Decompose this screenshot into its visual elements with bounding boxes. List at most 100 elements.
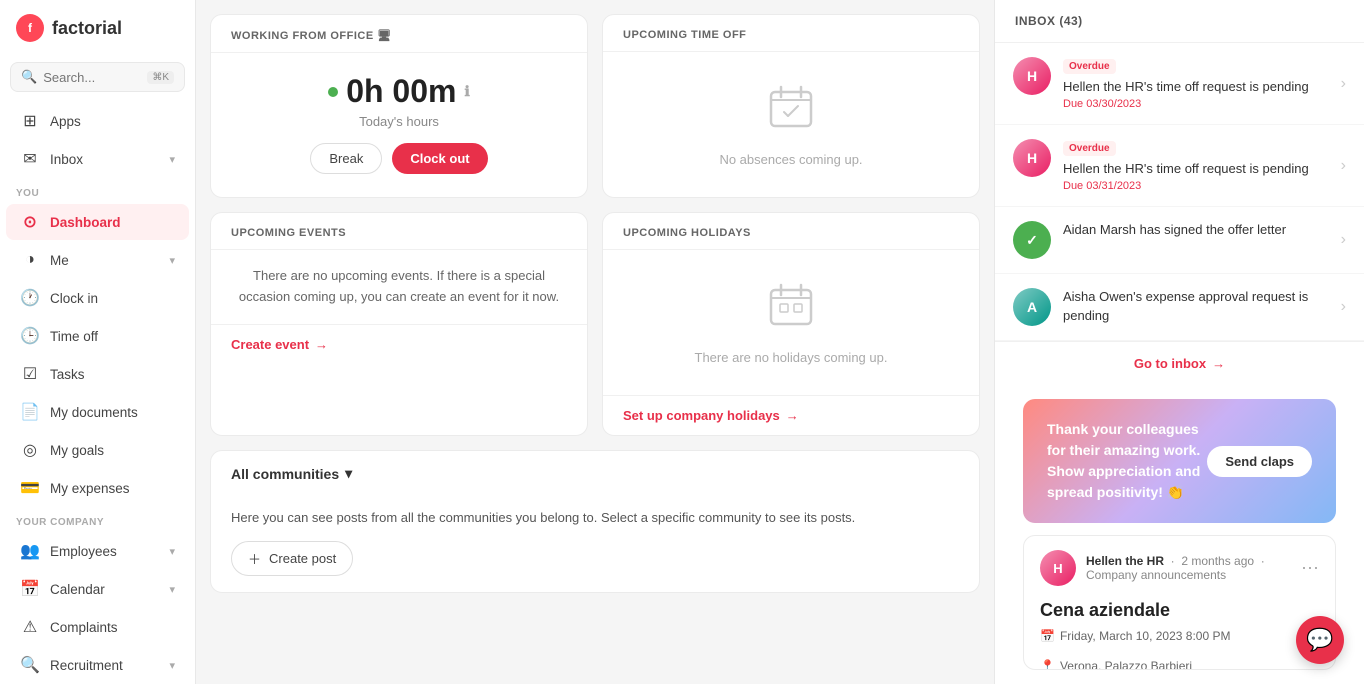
create-post-label: Create post: [269, 551, 336, 566]
sidebar-item-my-goals[interactable]: ◎ My goals: [6, 432, 189, 468]
arrow-icon: ›: [1341, 75, 1346, 93]
arrow-icon: ›: [1341, 298, 1346, 316]
send-claps-button[interactable]: Send claps: [1207, 446, 1312, 477]
post-details: 📅 Friday, March 10, 2023 8:00 PM 📍 Veron…: [1024, 621, 1335, 670]
inbox-section: INBOX (43) H Overdue Hellen the HR's tim…: [995, 0, 1364, 385]
inbox-item[interactable]: H Overdue Hellen the HR's time off reque…: [995, 125, 1364, 207]
complaints-icon: ⚠: [20, 617, 40, 637]
inbox-item-date: Due 03/31/2023: [1063, 180, 1329, 192]
upcoming-holidays-card: UPCOMING HOLIDAYS There are no holidays …: [602, 212, 980, 436]
avatar: ✓: [1013, 221, 1051, 259]
sidebar-item-inbox[interactable]: ✉ Inbox ▾: [6, 141, 189, 177]
tasks-icon: ☑: [20, 364, 40, 384]
set-up-holidays-link[interactable]: Set up company holidays →: [603, 395, 979, 435]
info-icon[interactable]: ℹ: [464, 83, 469, 100]
right-panel: INBOX (43) H Overdue Hellen the HR's tim…: [994, 0, 1364, 684]
break-button[interactable]: Break: [310, 143, 382, 174]
wfo-card-header: WORKING FROM OFFICE 🖥: [211, 15, 587, 53]
sidebar-item-employees[interactable]: 👥 Employees ▾: [6, 533, 189, 569]
inbox-item-text: Hellen the HR's time off request is pend…: [1063, 160, 1329, 178]
sidebar-item-complaints[interactable]: ⚠ Complaints: [6, 609, 189, 645]
sidebar-item-label: Tasks: [50, 367, 85, 382]
inbox-item[interactable]: ✓ Aidan Marsh has signed the offer lette…: [995, 207, 1364, 274]
post-header: H Hellen the HR · 2 months ago · Company…: [1024, 536, 1335, 600]
section-you-label: YOU: [0, 178, 195, 203]
communities-header[interactable]: All communities ▾: [211, 451, 979, 496]
holidays-header: UPCOMING HOLIDAYS: [603, 213, 979, 250]
sidebar: f factorial 🔍 ⌘K ⊞ Apps ✉ Inbox ▾ YOU ⊙ …: [0, 0, 196, 684]
timer-buttons: Break Clock out: [310, 143, 487, 174]
inbox-item-content: Aisha Owen's expense approval request is…: [1063, 288, 1329, 324]
inbox-item-text: Hellen the HR's time off request is pend…: [1063, 78, 1329, 96]
sidebar-item-label: Me: [50, 253, 69, 268]
sidebar-item-clock-in[interactable]: 🕐 Clock in: [6, 280, 189, 316]
chat-fab-button[interactable]: 💬: [1296, 616, 1344, 664]
sidebar-item-me[interactable]: ◑ Me ▾: [6, 242, 189, 278]
post-options-icon[interactable]: ⋯: [1301, 558, 1319, 579]
post-title: Cena aziendale: [1024, 600, 1335, 621]
go-to-inbox-label: Go to inbox: [1134, 356, 1206, 371]
inbox-item-content: Overdue Hellen the HR's time off request…: [1063, 139, 1329, 192]
sidebar-item-label: My expenses: [50, 481, 130, 496]
sidebar-item-calendar[interactable]: 📅 Calendar ▾: [6, 571, 189, 607]
sidebar-item-my-expenses[interactable]: 💳 My expenses: [6, 470, 189, 506]
search-input[interactable]: [43, 70, 141, 85]
timer-label: Today's hours: [359, 114, 439, 129]
inbox-item[interactable]: H Overdue Hellen the HR's time off reque…: [995, 43, 1364, 125]
recruitment-icon: 🔍: [20, 655, 40, 675]
second-row: UPCOMING EVENTS There are no upcoming ev…: [210, 212, 980, 436]
upcoming-time-off-empty: No absences coming up.: [603, 52, 979, 197]
inbox-item-text: Aisha Owen's expense approval request is…: [1063, 288, 1329, 324]
sidebar-item-apps[interactable]: ⊞ Apps: [6, 103, 189, 139]
set-up-holidays-label: Set up company holidays: [623, 408, 780, 423]
arrow-icon: →: [786, 408, 799, 423]
inbox-header: INBOX (43): [995, 0, 1364, 43]
post-date: Friday, March 10, 2023 8:00 PM: [1060, 629, 1231, 643]
post-location: Verona, Palazzo Barbieri: [1060, 659, 1192, 670]
inbox-icon: ✉: [20, 149, 40, 169]
communities-text: Here you can see posts from all the comm…: [231, 510, 855, 525]
sidebar-item-label: My documents: [50, 405, 138, 420]
clock-out-button[interactable]: Clock out: [392, 143, 487, 174]
dashboard-icon: ⊙: [20, 212, 40, 232]
search-box[interactable]: 🔍 ⌘K: [10, 62, 185, 92]
post-author: Hellen the HR: [1086, 554, 1164, 568]
sidebar-item-label: Clock in: [50, 291, 98, 306]
create-event-link[interactable]: Create event →: [211, 324, 587, 364]
sidebar-item-label: Apps: [50, 114, 81, 129]
no-holidays-text: There are no holidays coming up.: [695, 350, 888, 365]
chevron-icon: ▾: [169, 583, 175, 596]
avatar: H: [1013, 139, 1051, 177]
sidebar-item-label: My goals: [50, 443, 104, 458]
overdue-badge: Overdue: [1063, 141, 1116, 156]
sidebar-item-tasks[interactable]: ☑ Tasks: [6, 356, 189, 392]
post-card: H Hellen the HR · 2 months ago · Company…: [1023, 535, 1336, 670]
inbox-item-content: Overdue Hellen the HR's time off request…: [1063, 57, 1329, 110]
sidebar-item-time-off[interactable]: 🕒 Time off: [6, 318, 189, 354]
post-date-item: 📅 Friday, March 10, 2023 8:00 PM: [1040, 629, 1230, 643]
create-post-button[interactable]: ＋ Create post: [231, 541, 353, 576]
avatar: A: [1013, 288, 1051, 326]
sidebar-item-dashboard[interactable]: ⊙ Dashboard: [6, 204, 189, 240]
no-absences-icon: [766, 82, 816, 142]
logo-icon: f: [16, 14, 44, 42]
sidebar-item-recruitment[interactable]: 🔍 Recruitment ▾: [6, 647, 189, 683]
docs-icon: 📄: [20, 402, 40, 422]
top-row: WORKING FROM OFFICE 🖥 0h 00m ℹ Today's h…: [210, 14, 980, 198]
no-absences-text: No absences coming up.: [719, 152, 862, 167]
sidebar-item-my-documents[interactable]: 📄 My documents: [6, 394, 189, 430]
employees-icon: 👥: [20, 541, 40, 561]
time-off-icon: 🕒: [20, 326, 40, 346]
communities-card: All communities ▾ Here you can see posts…: [210, 450, 980, 593]
sidebar-item-label: Recruitment: [50, 658, 123, 673]
inbox-item[interactable]: A Aisha Owen's expense approval request …: [995, 274, 1364, 341]
main-content: WORKING FROM OFFICE 🖥 0h 00m ℹ Today's h…: [196, 0, 1364, 684]
sidebar-item-label: Employees: [50, 544, 117, 559]
communities-body: Here you can see posts from all the comm…: [211, 496, 979, 592]
go-to-inbox-link[interactable]: Go to inbox →: [995, 341, 1364, 385]
me-icon: ◑: [20, 250, 40, 270]
sidebar-item-label: Dashboard: [50, 215, 121, 230]
sidebar-item-label: Time off: [50, 329, 98, 344]
overdue-badge: Overdue: [1063, 59, 1116, 74]
post-avatar: H: [1040, 550, 1076, 586]
